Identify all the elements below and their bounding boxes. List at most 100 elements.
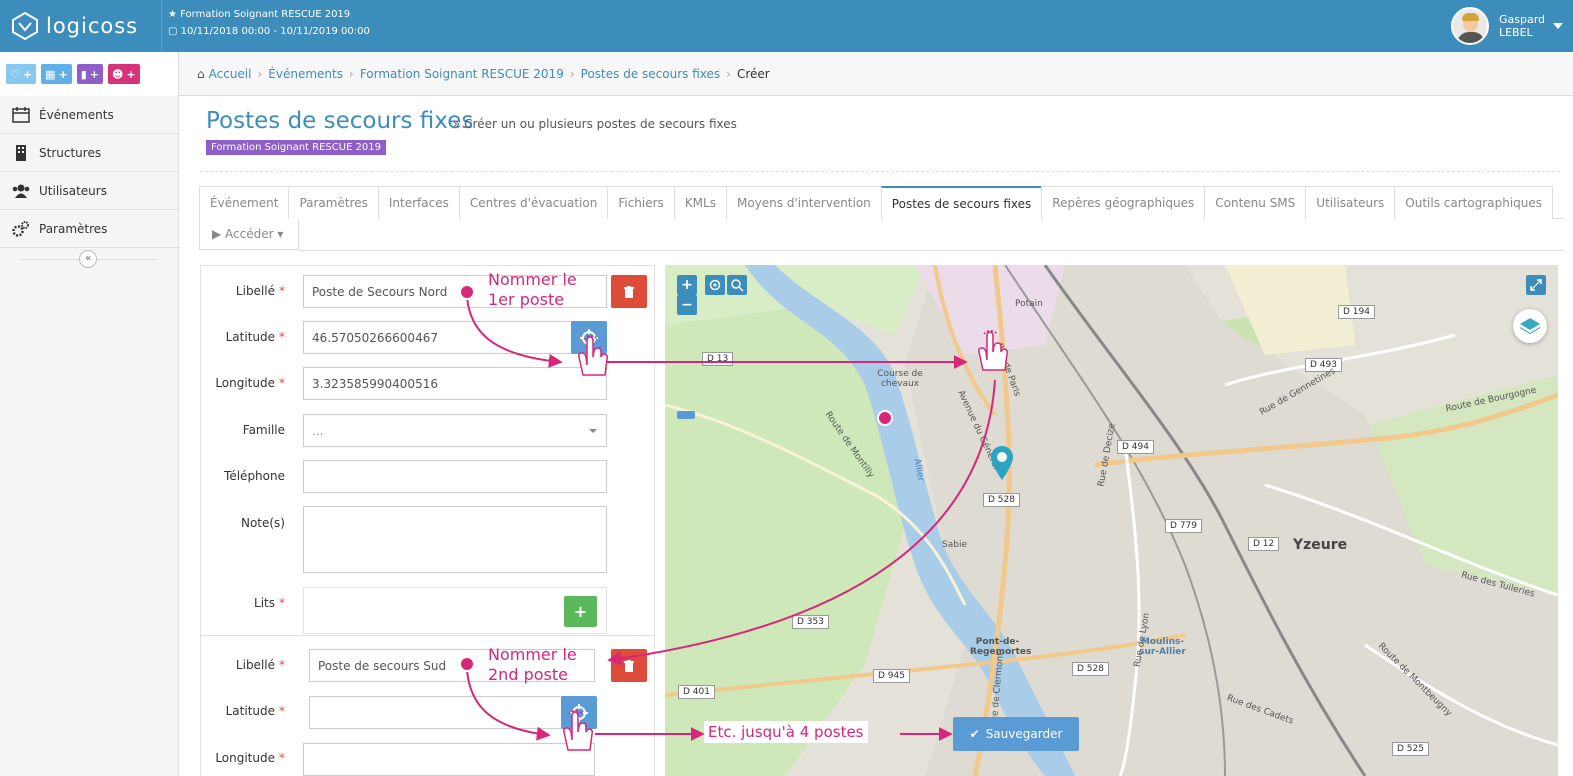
post1-longitude-input[interactable]: 3.323585990400516 [303, 367, 607, 400]
trash-icon [624, 659, 634, 672]
tab-kmls[interactable]: KMLs [673, 186, 727, 219]
telephone-label: Téléphone [224, 469, 285, 483]
logo[interactable]: logicoss [0, 0, 162, 52]
layers-icon [1520, 318, 1540, 334]
sidebar-item-users[interactable]: Utilisateurs [0, 172, 178, 210]
user-last-name: LEBEL [1498, 26, 1533, 39]
layers-button[interactable] [1513, 309, 1547, 343]
crosshair-icon [580, 328, 598, 347]
locate-post2-button[interactable] [561, 696, 597, 729]
map-background [665, 265, 1558, 776]
save-button[interactable]: ✔ Sauvegarder [953, 717, 1079, 751]
breadcrumb-events[interactable]: Événements [268, 67, 343, 81]
current-event[interactable]: ★ Formation Soignant RESCUE 2019 ▢ 10/11… [168, 6, 370, 40]
breadcrumb-home[interactable]: Accueil [209, 67, 252, 81]
search-map-button[interactable] [727, 275, 747, 295]
road-label: D 779 [1165, 519, 1202, 533]
road-label: D 12 [1248, 537, 1280, 551]
user-menu[interactable]: Gaspard LEBEL [1450, 7, 1563, 45]
post1-telephone-input[interactable] [303, 460, 607, 493]
add-structure-button[interactable]: ▮ + [76, 64, 103, 84]
map-slider-handle[interactable] [677, 411, 695, 419]
road-label: D 13 [702, 352, 734, 366]
add-bed-button[interactable]: + [564, 596, 597, 627]
sidebar-item-label: Utilisateurs [39, 183, 107, 198]
sidebar: Événements Structures Utilisateurs Param… [0, 96, 179, 776]
map[interactable]: + − D 194 D 493 D 13 D 494 D 528 D 779 D… [665, 265, 1558, 776]
tab-sms-content[interactable]: Contenu SMS [1204, 186, 1307, 219]
building-icon: ▮ [80, 67, 87, 81]
street-label: Sabie [942, 540, 967, 550]
add-event-button[interactable]: ▦ + [41, 64, 72, 84]
tab-fixed-aid-posts[interactable]: Postes de secours fixes [880, 186, 1043, 220]
delete-post1-button[interactable] [611, 275, 647, 308]
access-dropdown[interactable]: ▶ Accéder ▾ [199, 219, 299, 250]
road-label: D 194 [1338, 305, 1375, 319]
divider [200, 171, 1560, 172]
post1-famille-select[interactable]: ... [303, 414, 607, 447]
divider [299, 250, 1564, 251]
road-label: D 525 [1392, 742, 1429, 756]
add-user-button[interactable]: ☻ + [108, 64, 140, 84]
sidebar-item-label: Événements [39, 107, 114, 122]
breadcrumb-posts[interactable]: Postes de secours fixes [581, 67, 720, 81]
annotation-name-second: Nommer le 2nd poste [488, 645, 577, 684]
sidebar-collapse-row: « [0, 248, 178, 270]
road-label: D 945 [873, 669, 910, 683]
tab-map-tools[interactable]: Outils cartographiques [1394, 186, 1554, 219]
fullscreen-button[interactable] [1526, 275, 1546, 295]
delete-post2-button[interactable] [611, 649, 647, 682]
post1-notes-textarea[interactable] [303, 506, 607, 573]
tab-event[interactable]: Événement [199, 186, 290, 219]
road-label: D 494 [1117, 440, 1154, 454]
tab-users[interactable]: Utilisateurs [1305, 186, 1396, 219]
breadcrumb: ⌂ Accueil › Événements › Formation Soign… [179, 52, 1573, 96]
notes-label: Note(s) [240, 516, 285, 530]
longitude-label: Longitude * [215, 751, 285, 765]
save-label: Sauvegarder [985, 727, 1063, 741]
breadcrumb-current: Créer [736, 66, 770, 81]
tab-evacuation-centers[interactable]: Centres d'évacuation [458, 186, 609, 219]
post-form: Libellé * Poste de Secours Nord Latitude *… [200, 265, 655, 776]
city-label: Yzeure [1293, 537, 1348, 553]
latitude-label: Latitude * [225, 704, 285, 718]
locate-post1-button[interactable] [571, 321, 607, 354]
tab-parameters[interactable]: Paramètres [288, 186, 379, 219]
zoom-out-button[interactable]: − [677, 295, 697, 315]
tab-intervention-means[interactable]: Moyens d'intervention [725, 186, 882, 219]
post1-latitude-input[interactable]: 46.57050266600467 [303, 321, 573, 354]
page-title: Postes de secours fixes [206, 108, 474, 134]
post2-longitude-input[interactable] [303, 743, 595, 776]
sidebar-item-structures[interactable]: Structures [0, 134, 178, 172]
crosshair-icon [570, 703, 588, 722]
collapse-sidebar-button[interactable]: « [79, 250, 97, 268]
gears-icon [12, 220, 29, 237]
user-first-name: Gaspard [1498, 13, 1545, 26]
post2-latitude-input[interactable] [309, 696, 569, 729]
libelle-label: Libellé * [235, 284, 285, 298]
breadcrumb-event[interactable]: Formation Soignant RESCUE 2019 [360, 67, 564, 81]
zoom-in-button[interactable]: + [677, 275, 697, 295]
tab-interfaces[interactable]: Interfaces [377, 186, 460, 219]
locate-map-button[interactable] [705, 275, 725, 295]
add-intervention-button[interactable]: ♡ + [6, 64, 37, 84]
sidebar-item-settings[interactable]: Paramètres [0, 210, 178, 248]
building-icon [16, 144, 26, 161]
home-icon: ⌂ [197, 66, 205, 81]
chevron-down-icon [1553, 23, 1563, 29]
place-label: Moulins-sur-Allier [1139, 637, 1186, 657]
map-marker-icon[interactable] [989, 445, 1015, 481]
post1-beds-area [303, 587, 607, 634]
event-dates-row: ▢ 10/11/2018 00:00 - 10/11/2019 00:00 [168, 23, 370, 40]
sidebar-item-events[interactable]: Événements [0, 96, 178, 134]
page-subtitle: » Créer un ou plusieurs postes de secour… [453, 117, 737, 131]
annotation-etc: Etc. jusqu'à 4 postes [704, 721, 868, 743]
longitude-label: Longitude * [215, 376, 285, 390]
tab-geo-markers[interactable]: Repères géographiques [1041, 186, 1206, 219]
divider [200, 635, 655, 636]
calendar-icon: ▢ [168, 26, 178, 37]
crosshair-icon [709, 279, 721, 291]
tab-files[interactable]: Fichiers [607, 186, 675, 219]
street-label: Course de chevaux [877, 369, 923, 389]
calendar-icon [12, 106, 30, 123]
